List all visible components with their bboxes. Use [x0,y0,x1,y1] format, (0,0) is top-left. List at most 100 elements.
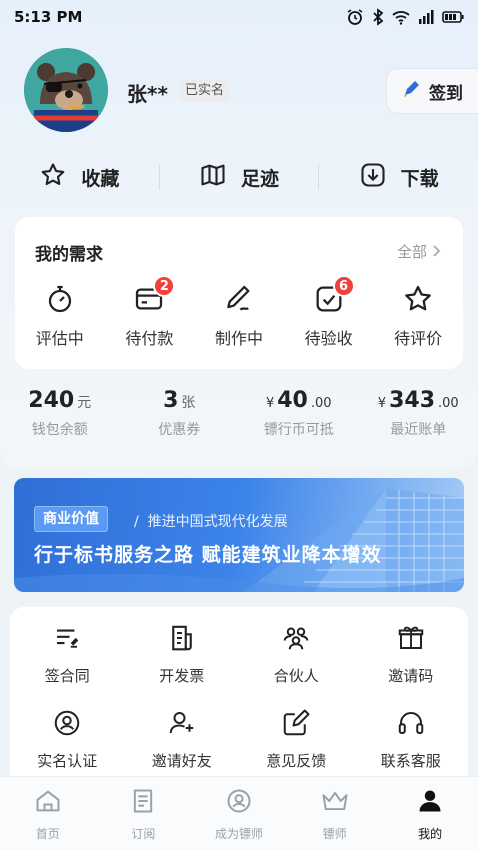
stat-label: 镖行币可抵 [263,422,334,438]
quick-actions: 收藏 足迹 下载 [0,152,478,202]
downloads-button[interactable]: 下载 [319,161,478,194]
my-needs-card: 我的需求 全部 评估中 2 待付款 制作中 6 待验收 待评价 [15,217,463,369]
tab-label: 镖师 [322,827,347,841]
service-label: 开发票 [159,667,205,685]
star-icon [402,283,434,315]
alarm-icon [346,8,364,26]
wifi-icon [392,9,410,25]
add-friend-icon [167,708,197,738]
tab-label: 首页 [35,827,60,841]
check-box-icon: 6 [313,275,355,315]
tab-home[interactable]: 首页 [0,777,96,850]
banner-tag: 商业价值 [34,506,108,532]
need-evaluating[interactable]: 评估中 [15,283,105,349]
service-invite-code[interactable]: 邀请码 [354,623,469,686]
service-label: 实名认证 [37,752,98,770]
home-icon [34,787,62,819]
signal-icon [418,10,434,24]
stat-decimal: .00 [438,396,459,411]
battery-icon [442,11,464,23]
service-label: 签合同 [44,667,90,685]
stat-value: 40 [277,388,308,413]
tab-escort[interactable]: 镖师 [287,777,383,850]
currency-symbol: ¥ [377,396,387,411]
service-label: 合伙人 [273,667,319,685]
stat-coupons[interactable]: 3 张 优惠券 [120,388,240,439]
service-label: 邀请好友 [151,752,212,770]
stat-value: 343 [389,388,436,413]
need-label: 待评价 [394,329,443,348]
user-name: 张** [127,82,168,106]
service-feedback[interactable]: 意见反馈 [239,708,354,771]
service-label: 意见反馈 [266,752,327,770]
pencil-icon [223,283,255,315]
need-label: 评估中 [35,329,84,348]
favorites-label: 收藏 [81,167,120,190]
gift-icon [396,623,426,653]
service-id-verify[interactable]: 实名认证 [10,708,125,771]
need-label: 待付款 [125,329,174,348]
needs-title: 我的需求 [35,245,103,265]
footprints-label: 足迹 [241,167,280,190]
need-pending-payment[interactable]: 2 待付款 [105,275,195,349]
stat-decimal: .00 [310,396,332,411]
card-icon: 2 [133,275,176,315]
stat-unit: 张 [181,395,196,411]
chevron-right-icon [433,243,441,261]
favorites-button[interactable]: 收藏 [0,161,159,194]
promo-banner[interactable]: 商业价值 / 推进中国式现代化发展 行于标书服务之路 赋能建筑业降本增效 [14,478,464,592]
need-label: 制作中 [214,329,263,348]
map-icon [199,161,227,194]
building-illustration [14,488,464,592]
partners-icon [281,623,311,653]
stat-label: 钱包余额 [31,422,88,438]
tab-label: 成为镖师 [214,827,263,841]
stat-unit: 元 [77,395,92,411]
footprints-button[interactable]: 足迹 [160,161,319,194]
tab-subscribe[interactable]: 订阅 [96,777,192,850]
checkin-label: 签到 [429,83,463,104]
account-stats: 240 元 钱包余额 3 张 优惠券 ¥ 40 .00 镖行币可抵 ¥ 343 … [0,388,478,439]
pen-icon [401,79,421,104]
stat-coins[interactable]: ¥ 40 .00 镖行币可抵 [239,388,359,439]
stat-value: 240 [28,388,75,413]
need-in-production[interactable]: 制作中 [194,283,284,349]
needs-all-label: 全部 [396,243,427,261]
id-verify-icon [52,708,82,738]
downloads-label: 下载 [400,167,439,190]
need-pending-acceptance[interactable]: 6 待验收 [284,275,374,349]
checkin-button[interactable]: 签到 [386,68,478,114]
stat-recent-bill[interactable]: ¥ 343 .00 最近账单 [359,388,478,439]
banner-subtitle: / 推进中国式现代化发展 [134,514,288,530]
crown-icon [320,787,350,819]
profile-icon [416,787,444,819]
service-partners[interactable]: 合伙人 [239,623,354,686]
verified-badge: 已实名 [180,80,230,102]
bottom-tab-bar: 首页 订阅 成为镖师 镖师 我的 [0,776,478,850]
need-pending-review[interactable]: 待评价 [373,283,463,349]
stat-label: 优惠券 [158,422,201,438]
service-sign-contract[interactable]: 签合同 [10,623,125,686]
stat-label: 最近账单 [390,422,447,438]
bluetooth-icon [372,8,384,26]
stat-value: 3 [163,388,179,413]
tab-mine[interactable]: 我的 [382,777,478,850]
banner-headline: 行于标书服务之路 赋能建筑业降本增效 [34,544,382,566]
service-label: 邀请码 [388,667,434,685]
status-bar: 5:13 PM [0,0,478,34]
tab-become-escort[interactable]: 成为镖师 [191,777,287,850]
stat-wallet[interactable]: 240 元 钱包余额 [0,388,120,439]
needs-all-link[interactable]: 全部 [397,241,441,262]
download-icon [359,161,387,194]
need-label: 待验收 [304,329,353,348]
badge-count: 2 [153,275,176,297]
stopwatch-icon [44,283,76,315]
status-time: 5:13 PM [14,8,83,26]
tab-label: 订阅 [131,827,156,841]
feedback-icon [281,708,311,738]
service-invoice[interactable]: 开发票 [125,623,240,686]
avatar[interactable] [24,48,108,132]
service-invite-friend[interactable]: 邀请好友 [125,708,240,771]
badge-count: 6 [332,275,355,297]
service-customer-support[interactable]: 联系客服 [354,708,469,771]
